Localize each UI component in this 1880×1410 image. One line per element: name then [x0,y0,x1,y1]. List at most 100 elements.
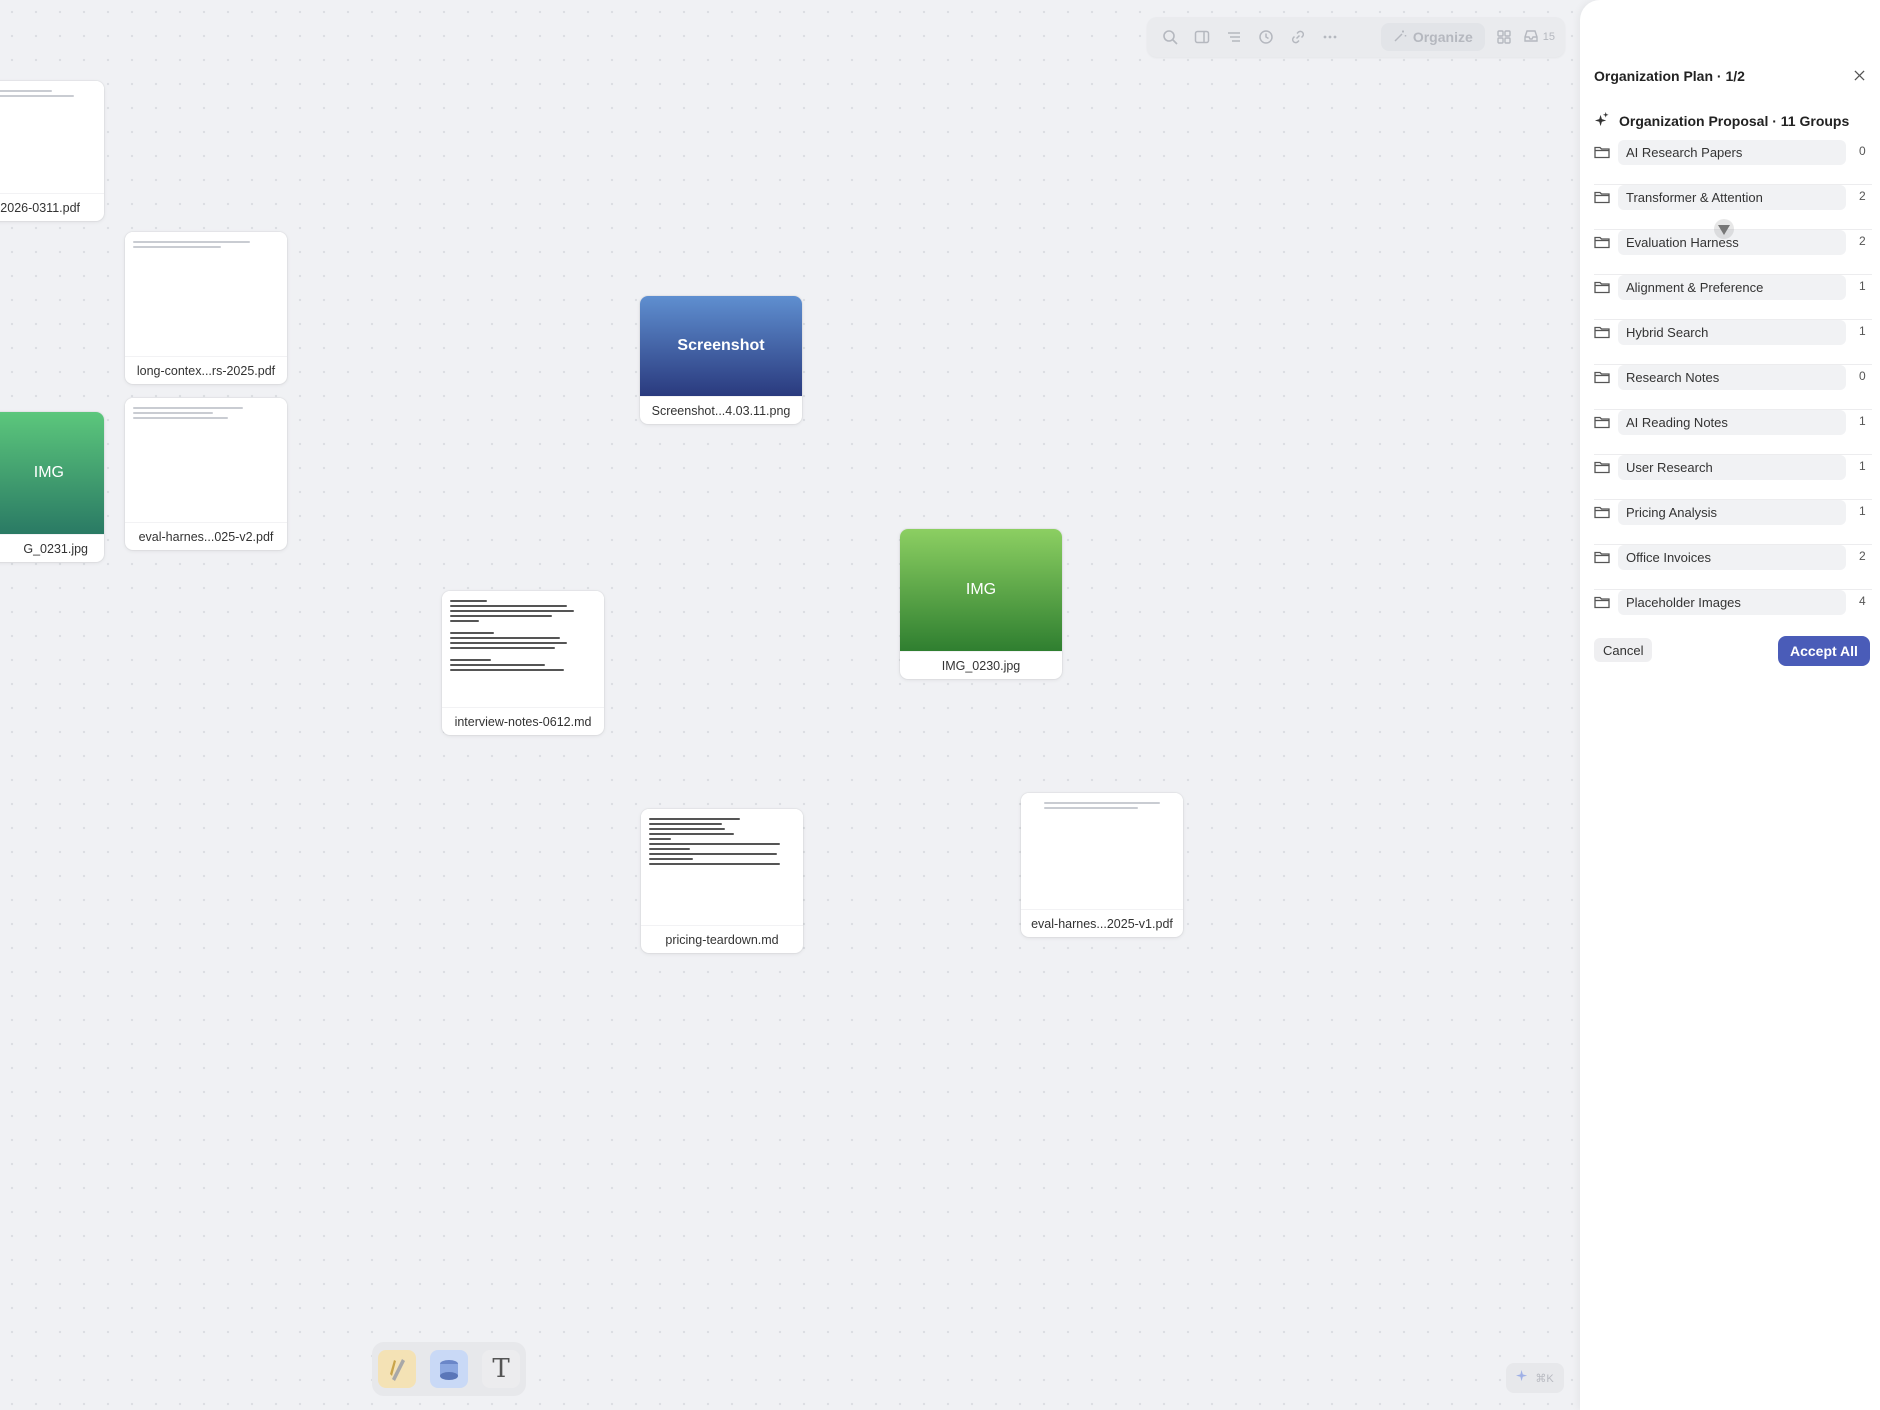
top-toolbar: Organize 15 [1147,17,1565,57]
markdown-thumbnail [641,809,803,925]
file-name: eval-harnes...025-v2.pdf [125,522,287,550]
group-count: 1 [1859,279,1866,293]
file-name: long-contex...rs-2025.pdf [125,356,287,384]
organize-button[interactable]: Organize [1380,23,1485,51]
group-count: 2 [1859,189,1866,203]
file-card[interactable]: 2026-0311.pdf [0,81,104,221]
group-name-input[interactable] [1618,545,1846,570]
pen-tool-icon[interactable] [378,1350,416,1388]
text-tool-glyph: T [492,1354,510,1384]
canvas[interactable]: Organize 15 2026-0311.pdf long-contex...… [0,0,1580,1410]
folder-icon [1594,235,1612,251]
sidebar-icon[interactable] [1189,24,1215,50]
tool-dock: T [372,1342,526,1396]
group-name-input[interactable] [1618,455,1846,480]
group-count: 2 [1859,234,1866,248]
image-thumbnail: Screenshot [640,296,802,396]
mouse-cursor-icon [1713,218,1735,240]
group-name-input[interactable] [1618,590,1846,615]
organization-plan-panel: Organization Plan · 1/2 Organization Pro… [1580,0,1880,1410]
group-count: 1 [1859,459,1866,473]
group-name-input[interactable] [1618,140,1846,165]
group-name-input[interactable] [1618,320,1846,345]
image-label: IMG [965,581,997,598]
magic-wand-icon [1393,29,1407,46]
document-thumbnail [125,232,287,356]
inbox-count: 15 [1542,31,1555,43]
group-count: 1 [1859,324,1866,338]
markdown-thumbnail [442,591,604,707]
group-count: 1 [1859,414,1866,428]
file-name: 2026-0311.pdf [0,193,104,221]
file-card[interactable]: eval-harnes...025-v2.pdf [125,398,287,550]
document-thumbnail [0,81,104,193]
group-row: 0 [1594,140,1872,185]
list-icon[interactable] [1221,24,1247,50]
file-card[interactable]: IMG IMG_0230.jpg [900,529,1062,679]
grid-icon[interactable] [1491,24,1517,50]
file-name: G_0231.jpg [0,534,104,562]
image-label: IMG [33,464,64,481]
file-name: interview-notes-0612.md [442,707,604,735]
group-count: 0 [1859,369,1866,383]
file-card[interactable]: IMG G_0231.jpg [0,412,104,562]
group-row: 2 [1594,545,1872,590]
organize-label: Organize [1412,29,1473,45]
group-row: 1 [1594,320,1872,365]
shortcut-label: ⌘K [1535,1372,1554,1385]
close-icon[interactable] [1850,66,1868,84]
link-icon[interactable] [1285,24,1311,50]
folder-icon [1594,550,1612,566]
file-name: eval-harnes...2025-v1.pdf [1021,909,1183,937]
image-thumbnail: IMG [0,412,104,534]
sparkle-icon [1594,112,1609,130]
group-name-input[interactable] [1618,500,1846,525]
group-row: 4 [1594,590,1872,635]
panel-title: Organization Plan · 1/2 [1594,68,1745,84]
group-row: 1 [1594,275,1872,320]
file-card[interactable]: eval-harnes...2025-v1.pdf [1021,793,1183,937]
document-thumbnail [125,398,287,522]
sparkle-icon [1516,1370,1529,1386]
text-tool-icon[interactable]: T [482,1350,520,1388]
group-name-input[interactable] [1618,365,1846,390]
file-name: Screenshot...4.03.11.png [640,396,802,424]
proposal-header: Organization Proposal · 11 Groups [1594,112,1849,130]
group-name-input[interactable] [1618,275,1846,300]
command-palette-button[interactable]: ⌘K [1506,1363,1564,1393]
sticker-icon[interactable] [430,1350,468,1388]
group-count: 1 [1859,504,1866,518]
group-name-input[interactable] [1618,410,1846,435]
group-count: 0 [1859,144,1866,158]
file-card[interactable]: interview-notes-0612.md [442,591,604,735]
group-count: 2 [1859,549,1866,563]
proposal-title: Organization Proposal · 11 Groups [1619,113,1850,129]
image-thumbnail: IMG [900,529,1062,651]
search-icon[interactable] [1157,24,1183,50]
accept-all-button[interactable]: Accept All [1778,636,1870,666]
group-row: 1 [1594,455,1872,500]
group-row: 0 [1594,365,1872,410]
group-row: 1 [1594,410,1872,455]
file-card[interactable]: pricing-teardown.md [641,809,803,953]
more-icon[interactable] [1317,24,1343,50]
file-card[interactable]: Screenshot Screenshot...4.03.11.png [640,296,802,424]
folder-icon [1594,415,1612,431]
group-name-input[interactable] [1618,185,1846,210]
image-label: Screenshot [677,337,765,354]
file-name: IMG_0230.jpg [900,651,1062,679]
file-card[interactable]: long-contex...rs-2025.pdf [125,232,287,384]
folder-icon [1594,370,1612,386]
folder-icon [1594,145,1612,161]
cancel-button[interactable]: Cancel [1594,638,1653,662]
inbox-icon [1523,28,1539,47]
group-row: 1 [1594,500,1872,545]
folder-icon [1594,595,1612,611]
folder-icon [1594,460,1612,476]
folder-icon [1594,325,1612,341]
inbox-counter[interactable]: 15 [1523,28,1555,47]
file-name: pricing-teardown.md [641,925,803,953]
history-icon[interactable] [1253,24,1279,50]
document-thumbnail [1021,793,1183,909]
folder-icon [1594,190,1612,206]
